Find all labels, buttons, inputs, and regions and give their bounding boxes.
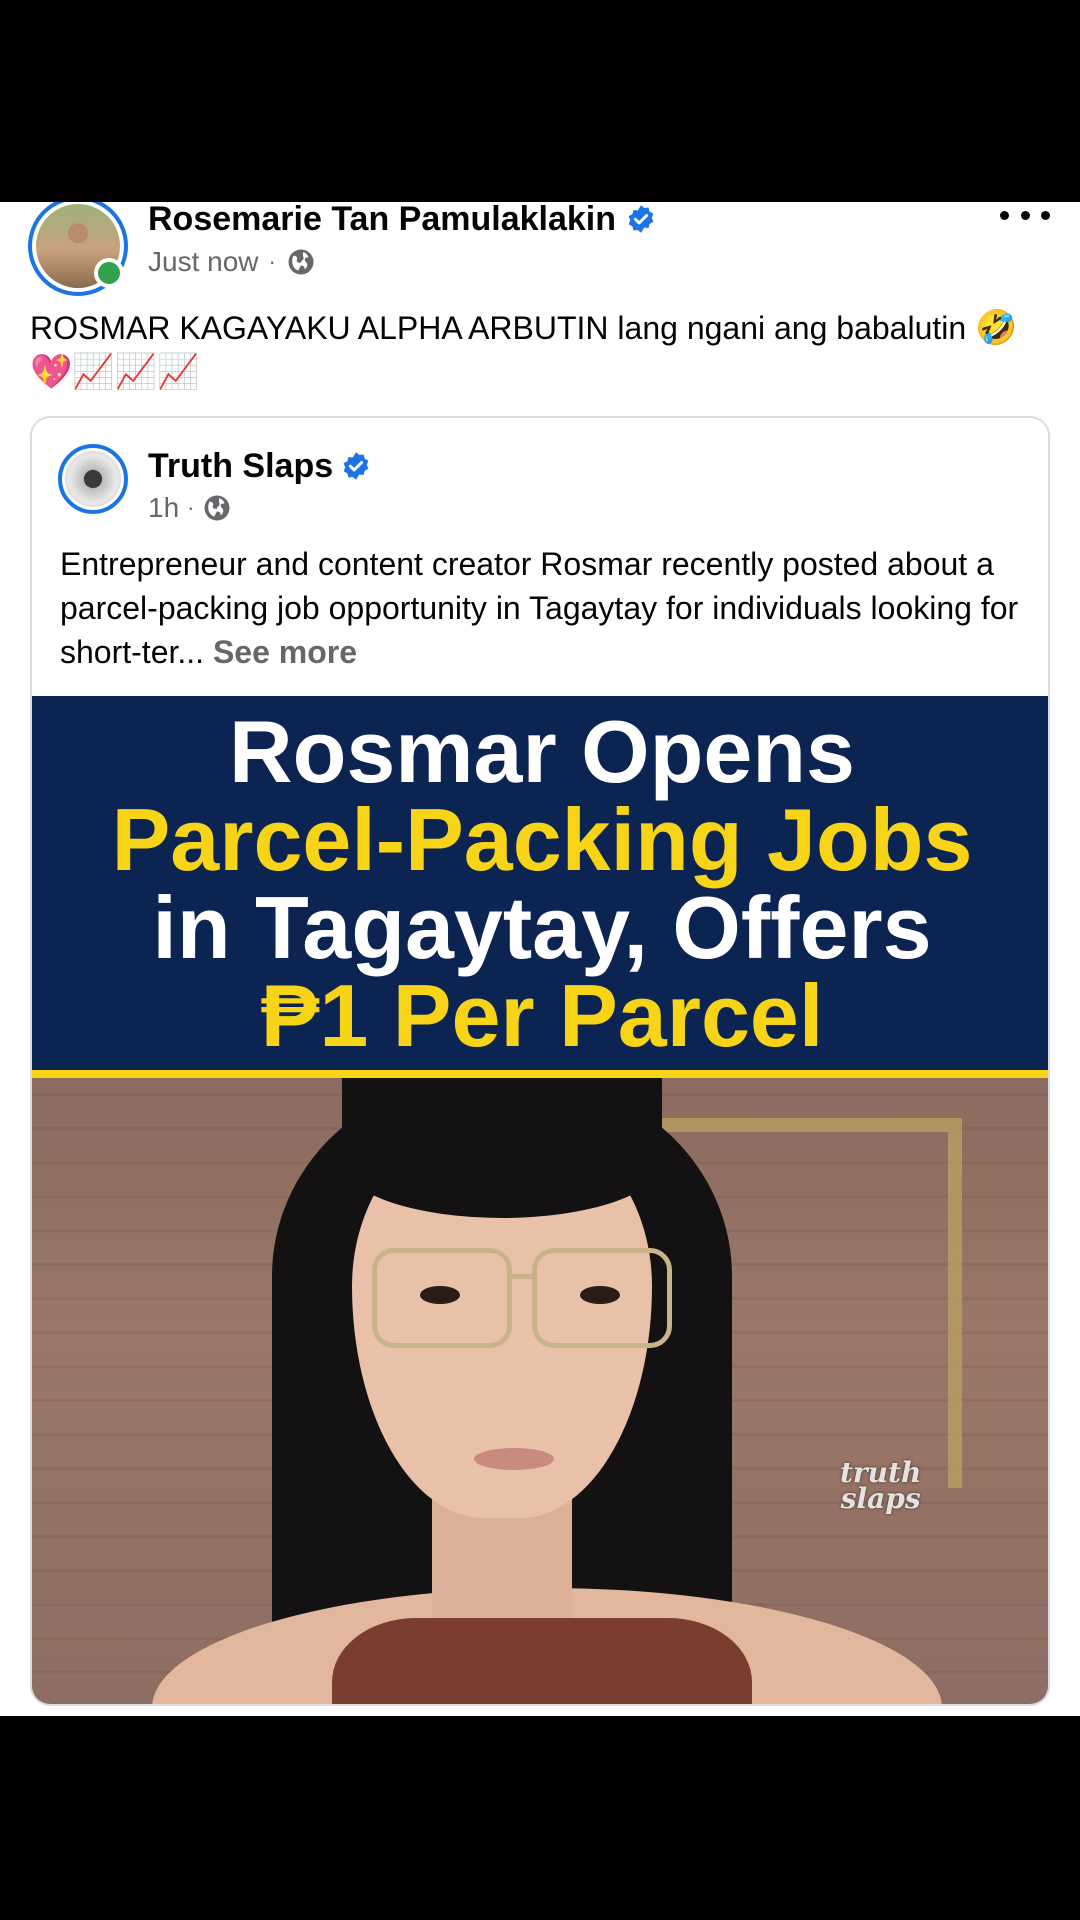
- shared-post-timestamp[interactable]: 1h: [148, 492, 179, 524]
- post-timestamp[interactable]: Just now: [148, 246, 259, 278]
- verified-badge-icon: [628, 205, 654, 233]
- headline-line-1: Rosmar Opens: [229, 702, 855, 801]
- online-status-indicator: [94, 258, 124, 288]
- watermark-line-2: slaps: [840, 1482, 921, 1515]
- shared-post-meta: 1h ·: [148, 490, 232, 526]
- portrait-fringe: [342, 1078, 662, 1218]
- author-name[interactable]: Rosemarie Tan Pamulaklakin: [148, 202, 616, 239]
- portrait-eye: [580, 1286, 620, 1304]
- globe-icon: [204, 495, 230, 521]
- top-black-bar: [0, 0, 1080, 202]
- see-more-link[interactable]: See more: [213, 634, 357, 670]
- facebook-post: Rosemarie Tan Pamulaklakin Just now · RO…: [0, 202, 1080, 1716]
- meta-separator: ·: [187, 495, 195, 520]
- post-caption: ROSMAR KAGAYAKU ALPHA ARBUTIN lang ngani…: [30, 306, 1050, 394]
- caption-text: ROSMAR KAGAYAKU ALPHA ARBUTIN lang ngani…: [30, 310, 967, 346]
- portrait-photo: truth slaps: [32, 1078, 1048, 1704]
- more-dot: [1041, 210, 1050, 220]
- headline-line-4: ₱1 Per Parcel: [260, 966, 824, 1065]
- truth-slaps-watermark: truth slaps: [840, 1459, 921, 1515]
- portrait-eye: [420, 1286, 460, 1304]
- shared-avatar-image: [65, 451, 121, 507]
- shared-post-author: Truth Slaps: [148, 444, 371, 488]
- headline-banner: Rosmar Opens Parcel-Packing Jobs in Taga…: [32, 696, 1048, 1070]
- more-dot: [1000, 210, 1009, 220]
- eyeglasses-bridge: [510, 1274, 536, 1279]
- banner-divider: [32, 1070, 1048, 1078]
- headline-line-2: Parcel-Packing Jobs: [111, 790, 973, 889]
- bottom-black-bar: [0, 1716, 1080, 1920]
- post-author: Rosemarie Tan Pamulaklakin: [148, 202, 656, 242]
- portrait-lips: [474, 1448, 554, 1470]
- shared-author-avatar[interactable]: [58, 444, 128, 514]
- headline-line-3: in Tagaytay, Offers: [152, 878, 932, 977]
- shared-post-card[interactable]: Truth Slaps 1h · Entrepreneur and conten…: [30, 416, 1050, 1706]
- shared-post-text: Entrepreneur and content creator Rosmar …: [60, 542, 1032, 674]
- post-meta: Just now ·: [148, 244, 316, 280]
- globe-icon: [288, 249, 314, 275]
- verified-badge-icon: [343, 452, 369, 480]
- more-options-icon[interactable]: [1000, 202, 1050, 228]
- meta-separator: ·: [268, 249, 276, 274]
- shared-body-text: Entrepreneur and content creator Rosmar …: [60, 546, 1019, 670]
- shared-post-image[interactable]: Rosmar Opens Parcel-Packing Jobs in Taga…: [32, 696, 1048, 1704]
- more-dot: [1020, 210, 1030, 220]
- shared-author-name[interactable]: Truth Slaps: [148, 447, 333, 486]
- portrait-top: [332, 1618, 752, 1704]
